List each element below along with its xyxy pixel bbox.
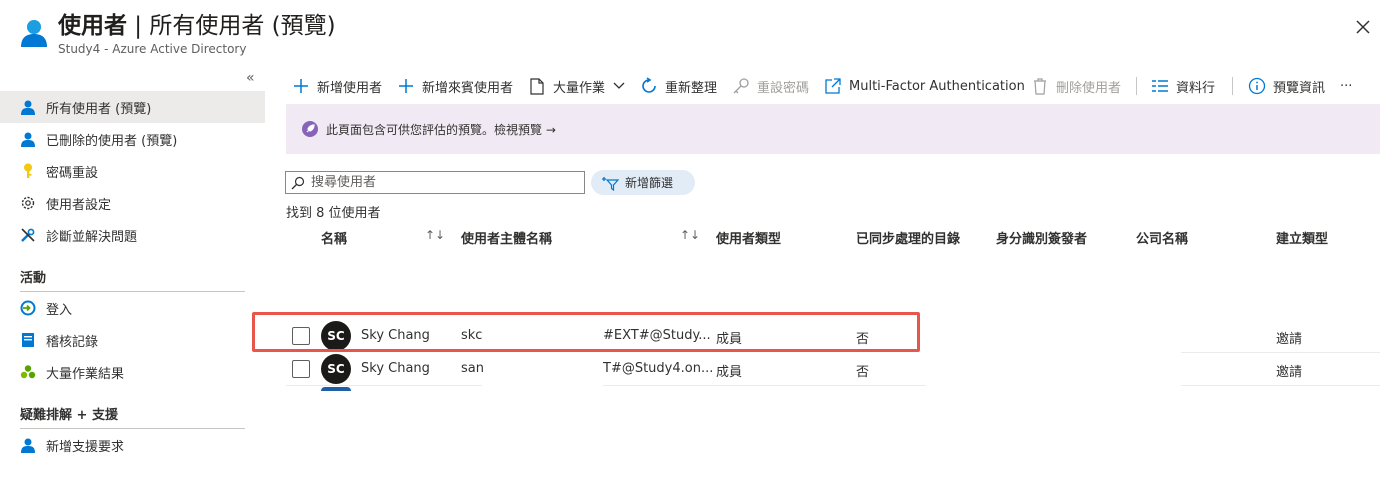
support-user-icon xyxy=(20,437,36,453)
sidebar-item-label: 使用者設定 xyxy=(46,197,112,213)
delete-user-button[interactable]: 刪除使用者 xyxy=(1031,75,1121,97)
user-icon xyxy=(20,131,36,147)
column-header-creation-type[interactable]: 建立類型 xyxy=(1276,228,1328,247)
sidebar-item-new-support-request[interactable]: 新增支援要求 xyxy=(0,429,265,461)
section-heading-support: 疑難排解 + 支援 xyxy=(20,408,118,423)
page-title: 使用者 | 所有使用者 (預覽) xyxy=(58,13,336,39)
key-icon xyxy=(20,163,36,179)
audit-log-icon xyxy=(20,332,36,348)
new-user-button[interactable]: 新增使用者 xyxy=(292,75,382,97)
user-type-cell: 成員 xyxy=(716,365,743,380)
trash-icon xyxy=(1031,77,1049,95)
highlight-box xyxy=(252,312,920,352)
column-header-company[interactable]: 公司名稱 xyxy=(1136,228,1188,247)
user-icon xyxy=(20,99,36,115)
sign-in-icon xyxy=(20,300,36,316)
search-icon xyxy=(291,176,305,190)
banner-text: 此頁面包含可供您評估的預覽。 xyxy=(326,122,495,137)
plus-icon xyxy=(397,77,415,95)
columns-icon xyxy=(1151,77,1169,95)
preview-info-button[interactable]: 預覽資訊 xyxy=(1248,75,1325,97)
columns-button[interactable]: 資料行 xyxy=(1151,75,1215,97)
sidebar-item-label: 診斷並解決問題 xyxy=(46,229,138,245)
reset-password-button[interactable]: 重設密碼 xyxy=(732,75,809,97)
sidebar-item-user-settings[interactable]: 使用者設定 xyxy=(0,187,265,219)
row-divider xyxy=(603,385,926,386)
column-header-identity-issuer[interactable]: 身分識別簽發者 xyxy=(996,228,1087,247)
toolbar-divider xyxy=(1232,77,1233,95)
user-name-link[interactable]: Sky Chang xyxy=(361,361,430,376)
column-header-upn[interactable]: 使用者主體名稱 xyxy=(461,228,552,247)
row-divider xyxy=(1181,352,1380,353)
new-guest-user-button[interactable]: 新增來賓使用者 xyxy=(397,75,513,97)
page-subtitle: Study4 - Azure Active Directory xyxy=(58,42,247,56)
add-filter-button[interactable]: 新增篩選 xyxy=(591,170,695,195)
section-heading-activity: 活動 xyxy=(20,271,47,286)
creation-type-cell: 邀請 xyxy=(1276,332,1303,347)
view-preview-link[interactable]: 檢視預覽 → xyxy=(494,121,556,138)
sidebar-item-audit-logs[interactable]: 稽核記錄 xyxy=(0,324,265,356)
more-options-button[interactable]: ··· xyxy=(1340,75,1352,97)
plus-icon xyxy=(292,77,310,95)
toolbar-divider xyxy=(1136,77,1137,95)
creation-type-cell: 邀請 xyxy=(1276,365,1303,380)
collapse-sidebar-button[interactable]: « xyxy=(246,70,255,86)
close-icon[interactable] xyxy=(1352,16,1374,38)
sidebar-item-label: 登入 xyxy=(46,302,73,318)
bulk-results-icon xyxy=(20,364,36,380)
column-header-user-type[interactable]: 使用者類型 xyxy=(716,228,781,247)
upn-cell: T#@Study4.on... xyxy=(603,361,714,376)
info-icon xyxy=(1248,77,1266,95)
avatar xyxy=(321,387,351,391)
sidebar-item-label: 稽核記錄 xyxy=(46,334,99,350)
synced-cell: 否 xyxy=(856,365,870,380)
row-checkbox[interactable] xyxy=(292,360,310,378)
mfa-button[interactable]: Multi-Factor Authentication xyxy=(824,75,1025,97)
wrench-icon xyxy=(20,227,36,243)
document-icon xyxy=(528,77,546,95)
sidebar-item-password-reset[interactable]: 密碼重設 xyxy=(0,155,265,187)
key-icon xyxy=(732,77,750,95)
refresh-button[interactable]: 重新整理 xyxy=(640,75,717,97)
chevron-down-icon xyxy=(613,82,625,90)
result-count: 找到 8 位使用者 xyxy=(286,206,381,221)
sidebar-item-label: 所有使用者 (預覽) xyxy=(46,101,152,117)
sidebar-item-all-users[interactable]: 所有使用者 (預覽) xyxy=(0,91,265,123)
sidebar-item-label: 新增支援要求 xyxy=(46,439,125,455)
sidebar-item-diagnose[interactable]: 診斷並解決問題 xyxy=(0,219,265,251)
add-filter-icon xyxy=(601,175,619,191)
preview-banner: 此頁面包含可供您評估的預覽。 檢視預覽 → xyxy=(286,104,1380,154)
refresh-icon xyxy=(640,77,658,95)
column-header-synced[interactable]: 已同步處理的目錄 xyxy=(856,228,960,247)
bulk-operations-button[interactable]: 大量作業 xyxy=(528,75,625,97)
upn-cell: san xyxy=(461,361,484,376)
users-icon xyxy=(20,18,48,48)
sidebar-item-label: 大量作業結果 xyxy=(46,366,125,382)
sort-icon[interactable]: ↑↓ xyxy=(680,228,700,242)
external-link-icon xyxy=(824,77,842,95)
row-divider xyxy=(286,385,482,386)
sidebar-item-bulk-results[interactable]: 大量作業結果 xyxy=(0,356,265,388)
avatar: SC xyxy=(321,354,351,384)
sort-icon[interactable]: ↑↓ xyxy=(425,228,445,242)
row-divider xyxy=(1181,385,1380,386)
sidebar-item-label: 密碼重設 xyxy=(46,165,99,181)
sidebar-item-sign-ins[interactable]: 登入 xyxy=(0,292,265,324)
rocket-icon xyxy=(302,121,318,137)
search-input[interactable] xyxy=(311,175,581,190)
sidebar-item-deleted-users[interactable]: 已刪除的使用者 (預覽) xyxy=(0,123,265,155)
sidebar-item-label: 已刪除的使用者 (預覽) xyxy=(46,133,178,149)
gear-icon xyxy=(20,195,36,211)
search-box[interactable] xyxy=(285,171,585,194)
column-header-name[interactable]: 名稱 xyxy=(321,228,347,247)
